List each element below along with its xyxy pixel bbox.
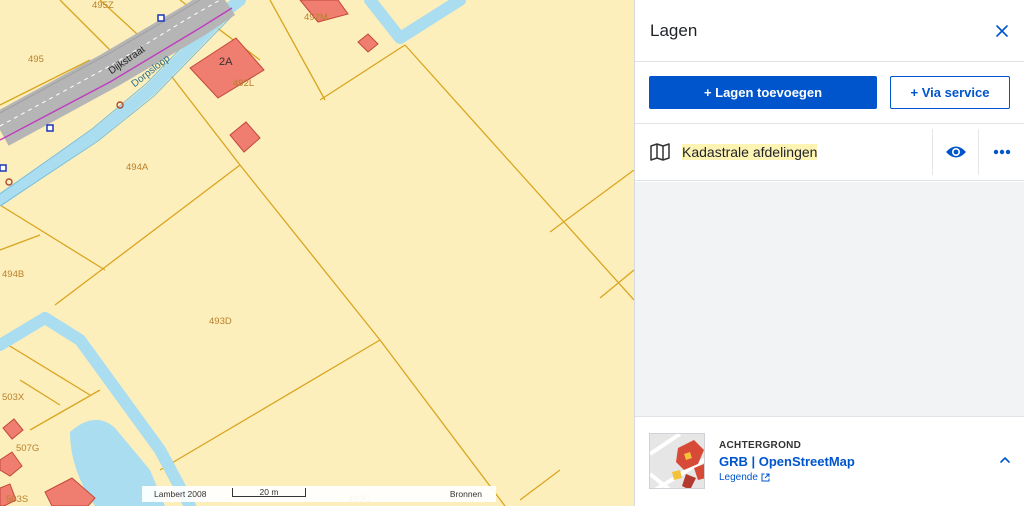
cadastral-map [0,0,634,506]
close-icon[interactable] [994,23,1010,39]
eye-icon [945,146,966,158]
background-layer-section[interactable]: ACHTERGROND GRB | OpenStreetMap Legende [635,416,1024,506]
external-link-icon [761,473,770,482]
background-name[interactable]: GRB | OpenStreetMap [719,454,855,469]
layer-item[interactable]: Kadastrale afdelingen [635,124,1024,181]
scale-distance: 20 m [259,487,279,497]
parcel-label: 493D [209,316,232,327]
layer-name: Kadastrale afdelingen [682,144,932,160]
parcel-label: 492L [233,78,255,89]
parcel-label: 503X [2,392,25,403]
parcel-label: 503S [6,494,29,505]
parcel-label: 507G [16,443,40,454]
parcel-label: 492M [304,12,328,23]
parcel-label: 495 [28,54,44,65]
more-icon [993,149,1010,155]
scale-bar: Lambert 2008 20 m Bronnen [142,486,496,502]
projection-label: Lambert 2008 [154,489,207,499]
empty-area [635,182,1024,416]
add-layers-button[interactable]: + Lagen toevoegen [649,76,878,109]
via-service-button[interactable]: + Via service [890,76,1010,109]
panel-header: Lagen [635,0,1024,62]
map-icon [650,143,670,161]
parcel-label: 495Z [92,0,114,11]
layers-panel: Lagen + Lagen toevoegen + Via service Ka… [634,0,1024,506]
building-label: 2A [219,56,233,68]
legend-link[interactable]: Legende [719,472,770,483]
layer-actions: + Lagen toevoegen + Via service [635,62,1024,124]
background-thumbnail[interactable] [649,433,705,489]
background-caption: ACHTERGROND [719,440,802,451]
more-options-button[interactable] [978,129,1024,175]
parcel-label: 494A [126,162,149,173]
scale-ruler: 20 m [232,487,306,497]
toggle-visibility-button[interactable] [932,129,978,175]
panel-title: Lagen [650,20,698,40]
parcel-label: 494B [2,269,25,280]
chevron-up-icon[interactable] [998,453,1012,467]
background-preview-image [650,434,704,488]
layer-name-text: Kadastrale afdelingen [682,144,818,160]
sources-link[interactable]: Bronnen [450,489,482,499]
map-canvas[interactable]: 495 492M 492L 494A 494B 493D 503X 507G 5… [0,0,634,506]
legend-label: Legende [719,472,758,483]
